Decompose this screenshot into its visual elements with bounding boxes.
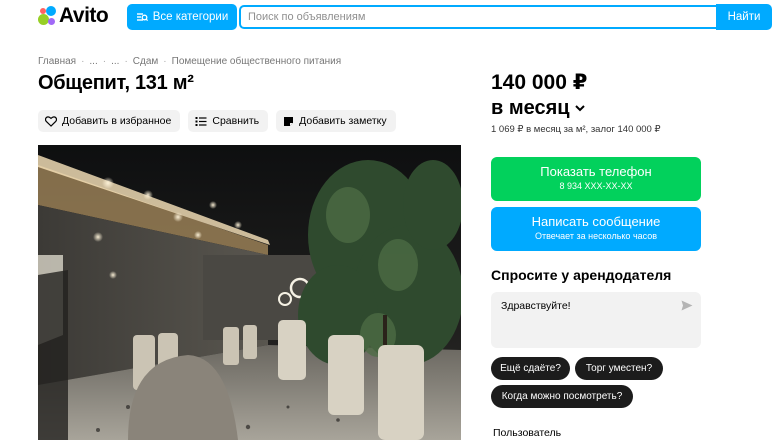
add-to-favorites-button[interactable]: Добавить в избранное [38, 110, 181, 132]
price: 140 000 ₽ [491, 71, 588, 94]
message-input[interactable]: Здравствуйте! [491, 292, 701, 348]
categories-icon [136, 13, 148, 22]
breadcrumb-separator: · [102, 56, 107, 67]
add-note-label: Добавить заметку [299, 115, 387, 127]
avito-logo[interactable]: Avito [36, 4, 109, 27]
write-message-label: Написать сообщение [531, 214, 661, 229]
top-header: Avito Все категории Поиск по объявлениям… [0, 0, 780, 36]
breadcrumb-item-category[interactable]: Помещение общественного питания [172, 56, 342, 67]
logo-dots-icon [36, 5, 58, 27]
note-icon [284, 116, 294, 126]
compare-icon [195, 116, 207, 126]
chevron-down-icon [574, 105, 585, 112]
heart-icon [45, 115, 57, 127]
listing-actions: Добавить в избранное Сравнить Добавить з… [38, 110, 396, 132]
all-categories-label: Все категории [152, 11, 229, 23]
search-input[interactable]: Поиск по объявлениям [239, 5, 716, 29]
breadcrumb: Главная · ... · ... · Сдам · Помещение о… [38, 56, 341, 67]
breadcrumb-separator: · [81, 56, 85, 67]
add-note-button[interactable]: Добавить заметку [276, 110, 396, 132]
add-to-favorites-label: Добавить в избранное [62, 115, 172, 127]
logo-text: Avito [59, 4, 109, 27]
show-phone-label: Показать телефон [540, 164, 652, 179]
search-button[interactable]: Найти [716, 4, 772, 30]
message-input-text: Здравствуйте! [501, 300, 571, 312]
quick-question-when-to-view[interactable]: Когда можно посмотреть? [491, 385, 633, 408]
search-placeholder: Поиск по объявлениям [248, 11, 366, 23]
listing-photo[interactable] [38, 145, 461, 440]
all-categories-button[interactable]: Все категории [127, 4, 237, 30]
show-phone-button[interactable]: Показать телефон 8 934 XXX-XX-XX [491, 157, 701, 201]
price-details: 1 069 ₽ в месяц за м², залог 140 000 ₽ [491, 124, 661, 135]
breadcrumb-item-rent[interactable]: Сдам [133, 56, 159, 67]
price-period-label: в месяц [491, 97, 570, 119]
breadcrumb-separator: · [163, 56, 167, 67]
masked-phone-number: 8 934 XXX-XX-XX [559, 181, 633, 191]
restaurant-interior-image [38, 145, 461, 440]
quick-question-still-renting[interactable]: Ещё сдаёте? [491, 357, 570, 380]
breadcrumb-item-collapsed-1[interactable]: ... [89, 56, 97, 67]
send-icon[interactable] [681, 300, 693, 311]
quick-question-negotiable[interactable]: Торг уместен? [575, 357, 663, 380]
ask-landlord-heading: Спросите у арендодателя [491, 267, 672, 283]
write-message-button[interactable]: Написать сообщение Отвечает за несколько… [491, 207, 701, 251]
breadcrumb-item-home[interactable]: Главная [38, 56, 76, 67]
breadcrumb-separator: · [124, 56, 128, 67]
compare-button[interactable]: Сравнить [188, 110, 269, 132]
listing-title: Общепит, 131 м² [38, 72, 194, 94]
reply-time-text: Отвечает за несколько часов [534, 231, 658, 241]
breadcrumb-item-collapsed-2[interactable]: ... [111, 56, 119, 67]
compare-label: Сравнить [212, 115, 260, 127]
price-period-selector[interactable]: в месяц [491, 95, 586, 121]
seller-role-label: Пользователь [493, 427, 562, 439]
